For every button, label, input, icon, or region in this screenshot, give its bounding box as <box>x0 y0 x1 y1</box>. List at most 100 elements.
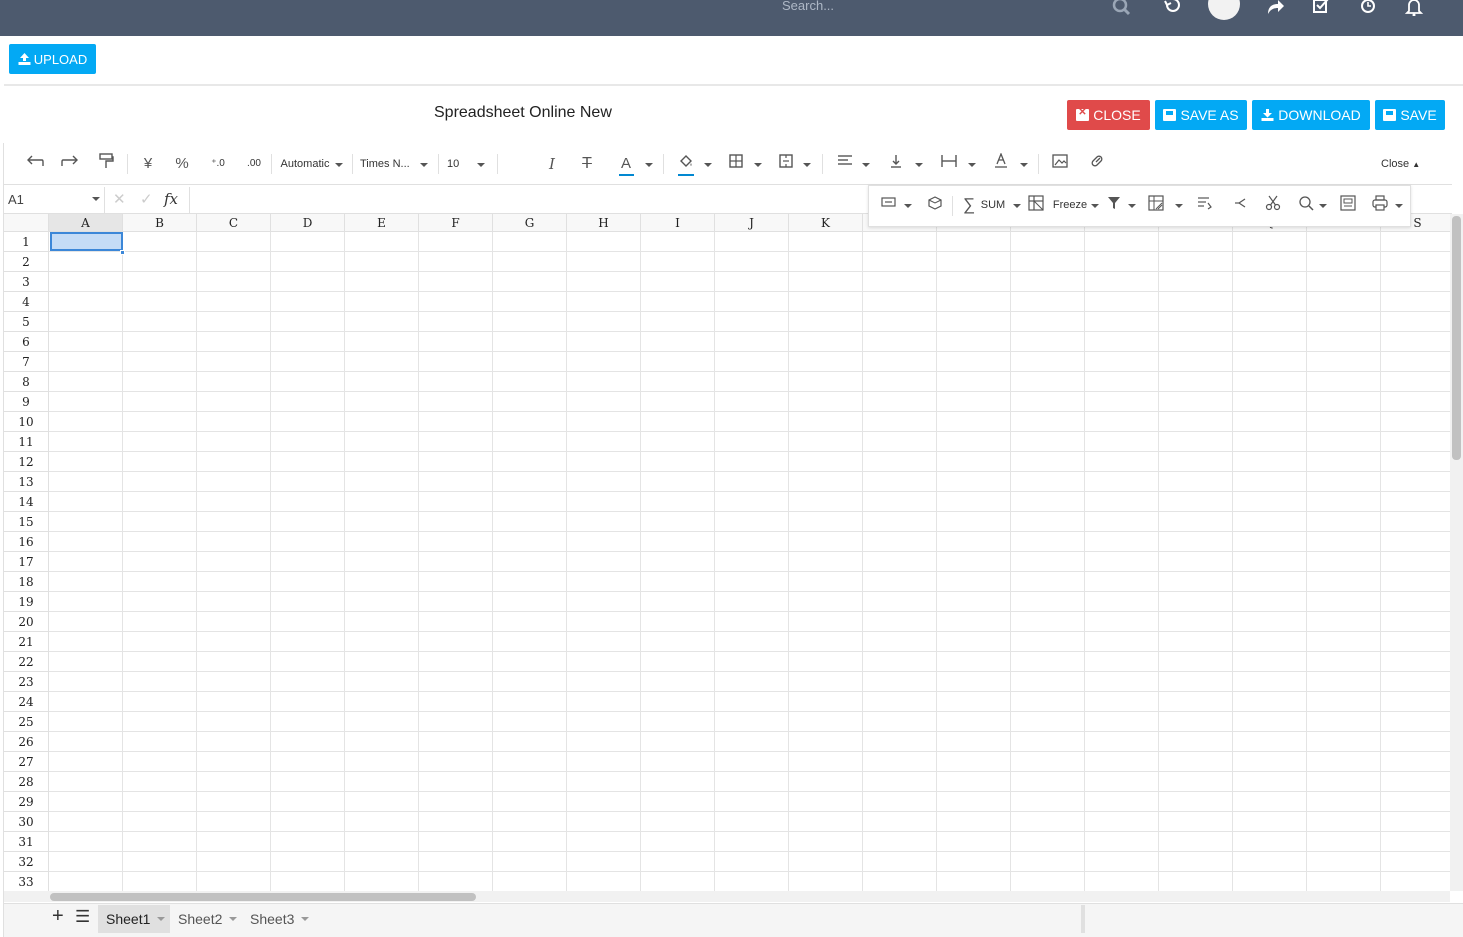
column-header[interactable]: G <box>493 214 567 232</box>
vertical-scroll-thumb[interactable] <box>1452 216 1461 460</box>
add-sheet-button[interactable]: + <box>52 905 64 928</box>
cancel-formula-icon[interactable]: ✕ <box>113 190 126 208</box>
undo-icon[interactable] <box>24 153 46 175</box>
row-header[interactable]: 9 <box>4 392 49 412</box>
percent-icon[interactable]: % <box>171 153 193 175</box>
row-header[interactable]: 30 <box>4 812 49 832</box>
row-header[interactable]: 19 <box>4 592 49 612</box>
split-text-icon[interactable] <box>1231 195 1249 215</box>
row-header[interactable]: 25 <box>4 712 49 732</box>
search-icon[interactable] <box>1111 0 1133 18</box>
row-header[interactable]: 17 <box>4 552 49 572</box>
row-header[interactable]: 13 <box>4 472 49 492</box>
fill-handle[interactable] <box>120 250 125 255</box>
row-header[interactable]: 15 <box>4 512 49 532</box>
column-header[interactable]: C <box>197 214 271 232</box>
text-rotate-icon[interactable] <box>990 152 1012 175</box>
fill-color-icon[interactable] <box>675 153 697 175</box>
horizontal-align-icon[interactable] <box>834 153 856 175</box>
row-header[interactable]: 29 <box>4 792 49 812</box>
row-header[interactable]: 24 <box>4 692 49 712</box>
row-header[interactable]: 20 <box>4 612 49 632</box>
save-as-button[interactable]: SAVE AS <box>1155 100 1247 130</box>
chevron-down-icon[interactable] <box>229 917 237 921</box>
close-button[interactable]: CLOSE <box>1067 100 1150 130</box>
history-icon[interactable] <box>1162 0 1184 18</box>
insert-link-icon[interactable] <box>1086 153 1108 175</box>
row-header[interactable]: 12 <box>4 452 49 472</box>
strikethrough-icon[interactable]: T <box>576 153 598 175</box>
row-header[interactable]: 22 <box>4 652 49 672</box>
column-header[interactable]: A <box>49 214 123 232</box>
row-header[interactable]: 8 <box>4 372 49 392</box>
number-format-select[interactable]: Automatic <box>279 153 331 175</box>
redo-icon[interactable] <box>59 153 81 175</box>
row-header[interactable]: 16 <box>4 532 49 552</box>
row-header[interactable]: 26 <box>4 732 49 752</box>
clock-icon[interactable] <box>1357 0 1379 18</box>
insert-image-icon[interactable] <box>1049 153 1071 175</box>
row-header[interactable]: 1 <box>4 232 49 252</box>
screenshot-icon[interactable] <box>1339 195 1357 215</box>
share-icon[interactable] <box>1264 0 1286 18</box>
row-header[interactable]: 21 <box>4 632 49 652</box>
tasks-icon[interactable] <box>1310 0 1332 18</box>
row-header[interactable]: 14 <box>4 492 49 512</box>
row-header[interactable]: 31 <box>4 832 49 852</box>
row-header[interactable]: 5 <box>4 312 49 332</box>
cut-icon[interactable] <box>1264 195 1282 215</box>
column-header[interactable]: K <box>789 214 863 232</box>
upload-button[interactable]: UPLOAD <box>9 44 96 74</box>
font-color-icon[interactable]: A <box>615 153 637 175</box>
row-header[interactable]: 10 <box>4 412 49 432</box>
column-header[interactable]: I <box>641 214 715 232</box>
sum-label[interactable]: SUM <box>980 195 1006 215</box>
horizontal-scroll-thumb[interactable] <box>50 893 476 901</box>
format-painter-icon[interactable] <box>95 153 117 175</box>
download-button[interactable]: DOWNLOAD <box>1252 100 1370 130</box>
sort-icon[interactable] <box>1196 195 1214 215</box>
chevron-down-icon[interactable] <box>92 197 100 201</box>
save-button[interactable]: SAVE <box>1375 100 1445 130</box>
row-header[interactable]: 6 <box>4 332 49 352</box>
sheet-list-icon[interactable]: ☰ <box>75 907 90 927</box>
increase-decimal-icon[interactable]: ⁺.0 <box>206 153 230 175</box>
font-size-select[interactable]: 10 <box>447 153 467 175</box>
vertical-align-icon[interactable] <box>885 153 907 175</box>
filter-icon[interactable] <box>1105 195 1123 215</box>
border-icon[interactable] <box>725 153 747 175</box>
find-icon[interactable] <box>1297 195 1315 215</box>
column-header[interactable]: B <box>123 214 197 232</box>
row-header[interactable]: 32 <box>4 852 49 872</box>
select-all-corner[interactable] <box>4 214 49 232</box>
column-header[interactable]: D <box>271 214 345 232</box>
print-icon[interactable] <box>1371 195 1389 215</box>
freeze-label[interactable]: Freeze <box>1052 195 1088 215</box>
bell-icon[interactable] <box>1403 0 1425 18</box>
currency-icon[interactable]: ¥ <box>137 153 159 175</box>
search-input[interactable]: Search... <box>782 0 834 13</box>
row-header[interactable]: 11 <box>4 432 49 452</box>
confirm-formula-icon[interactable]: ✓ <box>140 190 153 208</box>
row-header[interactable]: 27 <box>4 752 49 772</box>
row-header[interactable]: 28 <box>4 772 49 792</box>
name-box[interactable]: A1 <box>8 192 24 207</box>
text-wrap-icon[interactable] <box>938 153 960 175</box>
decrease-decimal-icon[interactable]: .00 <box>242 153 266 175</box>
column-header[interactable]: J <box>715 214 789 232</box>
cell-grid[interactable]: ABCDEFGHIJKLMNOPQRS 12345678910111213141… <box>4 214 1450 891</box>
merge-cells-icon[interactable] <box>775 153 797 175</box>
selected-cell[interactable] <box>50 232 123 251</box>
freeze-icon[interactable] <box>1027 195 1045 215</box>
comment-icon[interactable] <box>880 195 898 215</box>
toolbar-close-button[interactable]: Close ▲ <box>1381 158 1420 170</box>
row-header[interactable]: 7 <box>4 352 49 372</box>
column-header[interactable]: H <box>567 214 641 232</box>
row-header[interactable]: 18 <box>4 572 49 592</box>
sum-icon[interactable]: ∑ <box>961 195 977 215</box>
row-header[interactable]: 3 <box>4 272 49 292</box>
row-header[interactable]: 23 <box>4 672 49 692</box>
column-header[interactable]: F <box>419 214 493 232</box>
conditional-format-icon[interactable] <box>1147 195 1165 215</box>
italic-icon[interactable]: I <box>541 153 563 175</box>
